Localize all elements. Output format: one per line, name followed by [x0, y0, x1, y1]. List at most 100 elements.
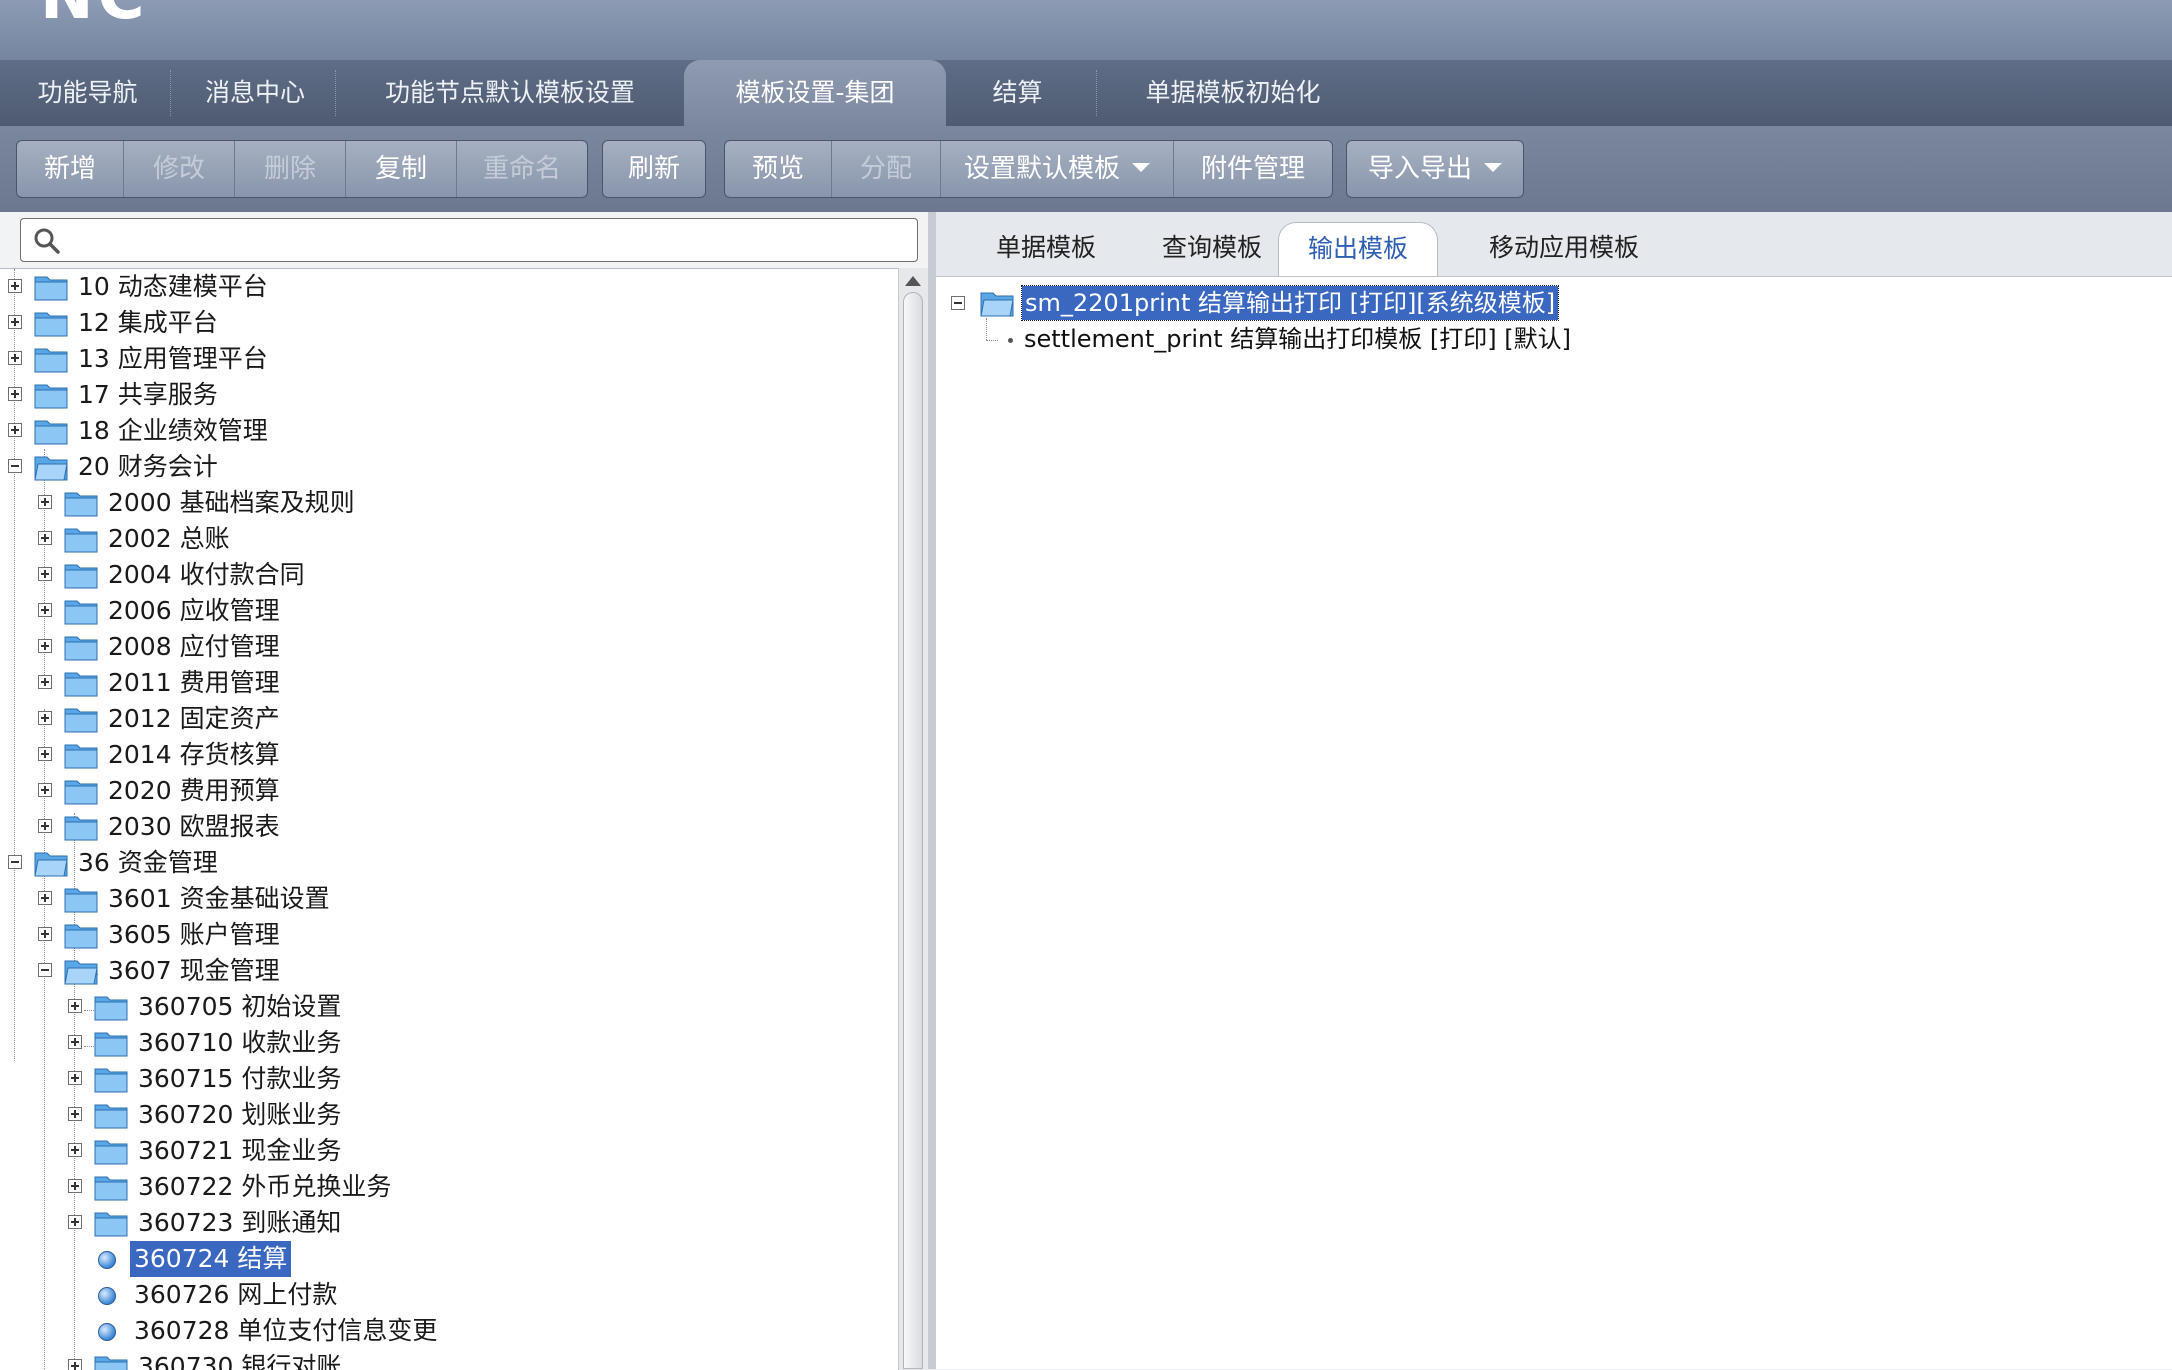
expand-icon[interactable] [68, 1359, 82, 1370]
tree-node-label: 36 资金管理 [78, 848, 218, 877]
folder-icon [94, 1032, 128, 1057]
expand-icon[interactable] [38, 495, 52, 509]
template-panel: 单据模板 查询模板 输出模板 移动应用模板 sm_2201print 结算输出打… [936, 212, 2172, 1369]
search-icon [34, 228, 60, 254]
nav-tab-function-navigation[interactable]: 功能导航 [10, 60, 165, 126]
folder-icon [64, 672, 98, 697]
tree-node-label: 13 应用管理平台 [78, 344, 268, 373]
folder-icon [64, 492, 98, 517]
module-tree-panel: 10 动态建模平台 12 集成平台 13 应用管理平台 17 共享服务 18 企… [0, 212, 930, 1370]
main-nav-bar: 功能导航 消息中心 功能节点默认模板设置 模板设置-集团 结算 单据模板初始化 [0, 60, 2172, 126]
tree-node-label: 2002 总账 [108, 524, 230, 553]
tree-node-label: 360715 付款业务 [138, 1064, 342, 1093]
expand-icon[interactable] [68, 1143, 82, 1157]
folder-icon [64, 600, 98, 625]
expand-icon[interactable] [68, 1035, 82, 1049]
tree-node-label: 360721 现金业务 [138, 1136, 342, 1165]
nav-tab-node-default-template[interactable]: 功能节点默认模板设置 [345, 60, 675, 126]
folder-icon [34, 348, 68, 373]
tree-node-label: 2030 欧盟报表 [108, 812, 280, 841]
tree-search-box[interactable] [20, 218, 918, 262]
expand-icon[interactable] [68, 1107, 82, 1121]
collapse-icon[interactable] [951, 296, 965, 310]
delete-button[interactable]: 删除 [235, 141, 346, 197]
expand-icon[interactable] [8, 423, 22, 437]
expand-icon[interactable] [8, 315, 22, 329]
collapse-icon[interactable] [38, 963, 52, 977]
tab-bill-template[interactable]: 单据模板 [966, 222, 1126, 276]
panel-splitter[interactable] [928, 212, 936, 1369]
tree-node-label: 2004 收付款合同 [108, 560, 305, 589]
rename-button[interactable]: 重命名 [457, 141, 587, 197]
leaf-node-icon [98, 1287, 116, 1305]
tree-guide-line [44, 709, 45, 1370]
expand-icon[interactable] [8, 387, 22, 401]
folder-icon [34, 276, 68, 301]
tree-node-label: 2011 费用管理 [108, 668, 280, 697]
nav-tab-settlement[interactable]: 结算 [950, 60, 1085, 126]
expand-icon[interactable] [68, 1071, 82, 1085]
expand-icon[interactable] [38, 675, 52, 689]
expand-icon[interactable] [38, 531, 52, 545]
collapse-icon[interactable] [8, 459, 22, 473]
folder-icon [94, 1068, 128, 1093]
expand-icon[interactable] [68, 999, 82, 1013]
nav-separator [170, 70, 172, 116]
expand-icon[interactable] [38, 891, 52, 905]
tab-output-template[interactable]: 输出模板 [1278, 222, 1438, 276]
template-child-label: settlement_print 结算输出打印模板 [打印] [默认] [1024, 325, 1572, 353]
tree-node-label: 18 企业绩效管理 [78, 416, 268, 445]
tree-node-label: 360724 结算 [130, 1241, 292, 1277]
expand-icon[interactable] [38, 783, 52, 797]
nav-separator [335, 70, 337, 116]
folder-icon [64, 528, 98, 553]
nav-tab-template-settings-group[interactable]: 模板设置-集团 [684, 60, 946, 126]
scroll-up-arrow-icon[interactable] [905, 276, 921, 286]
toolbar-group-template: 预览 分配 设置默认模板 附件管理 [724, 140, 1333, 198]
collapse-icon[interactable] [8, 855, 22, 869]
assign-button[interactable]: 分配 [832, 141, 941, 197]
tree-node-label: 360730 银行对账 [138, 1352, 342, 1370]
modify-button[interactable]: 修改 [124, 141, 235, 197]
tab-query-template[interactable]: 查询模板 [1132, 222, 1292, 276]
expand-icon[interactable] [68, 1215, 82, 1229]
folder-icon [64, 924, 98, 949]
tree-node-label: 360722 外币兑换业务 [138, 1172, 392, 1201]
template-root-label: sm_2201print 结算输出打印 [打印][系统级模板] [1020, 285, 1560, 321]
expand-icon[interactable] [38, 747, 52, 761]
preview-button[interactable]: 预览 [725, 141, 832, 197]
expand-icon[interactable] [68, 1179, 82, 1193]
expand-icon[interactable] [38, 819, 52, 833]
expand-icon[interactable] [38, 927, 52, 941]
folder-icon [64, 888, 98, 913]
set-default-template-label: 设置默认模板 [963, 154, 1120, 184]
folder-icon [64, 744, 98, 769]
nav-tab-message-center[interactable]: 消息中心 [180, 60, 330, 126]
import-export-label: 导入导出 [1367, 154, 1472, 184]
expand-icon[interactable] [38, 567, 52, 581]
add-button[interactable]: 新增 [17, 141, 124, 197]
nav-separator [1096, 70, 1098, 116]
search-input[interactable] [71, 221, 905, 259]
folder-icon [94, 996, 128, 1021]
tree-node-label: 360723 到账通知 [138, 1208, 342, 1237]
folder-icon [34, 420, 68, 445]
scrollbar-thumb[interactable] [903, 292, 923, 1369]
tree-scrollbar[interactable] [898, 268, 929, 1369]
nav-tab-bill-template-init[interactable]: 单据模板初始化 [1106, 60, 1360, 126]
refresh-button[interactable]: 刷新 [603, 141, 705, 197]
attachment-management-button[interactable]: 附件管理 [1174, 141, 1332, 197]
tree-node-label: 3605 账户管理 [108, 920, 280, 949]
tree-node-label: 360705 初始设置 [138, 992, 342, 1021]
expand-icon[interactable] [38, 639, 52, 653]
tree-node-label: 17 共享服务 [78, 380, 218, 409]
tab-mobile-app-template[interactable]: 移动应用模板 [1464, 222, 1664, 276]
expand-icon[interactable] [8, 279, 22, 293]
copy-button[interactable]: 复制 [346, 141, 457, 197]
set-default-template-button[interactable]: 设置默认模板 [941, 141, 1174, 197]
expand-icon[interactable] [38, 711, 52, 725]
expand-icon[interactable] [38, 603, 52, 617]
expand-icon[interactable] [8, 351, 22, 365]
import-export-button[interactable]: 导入导出 [1347, 141, 1523, 197]
bullet-icon [1008, 338, 1013, 343]
